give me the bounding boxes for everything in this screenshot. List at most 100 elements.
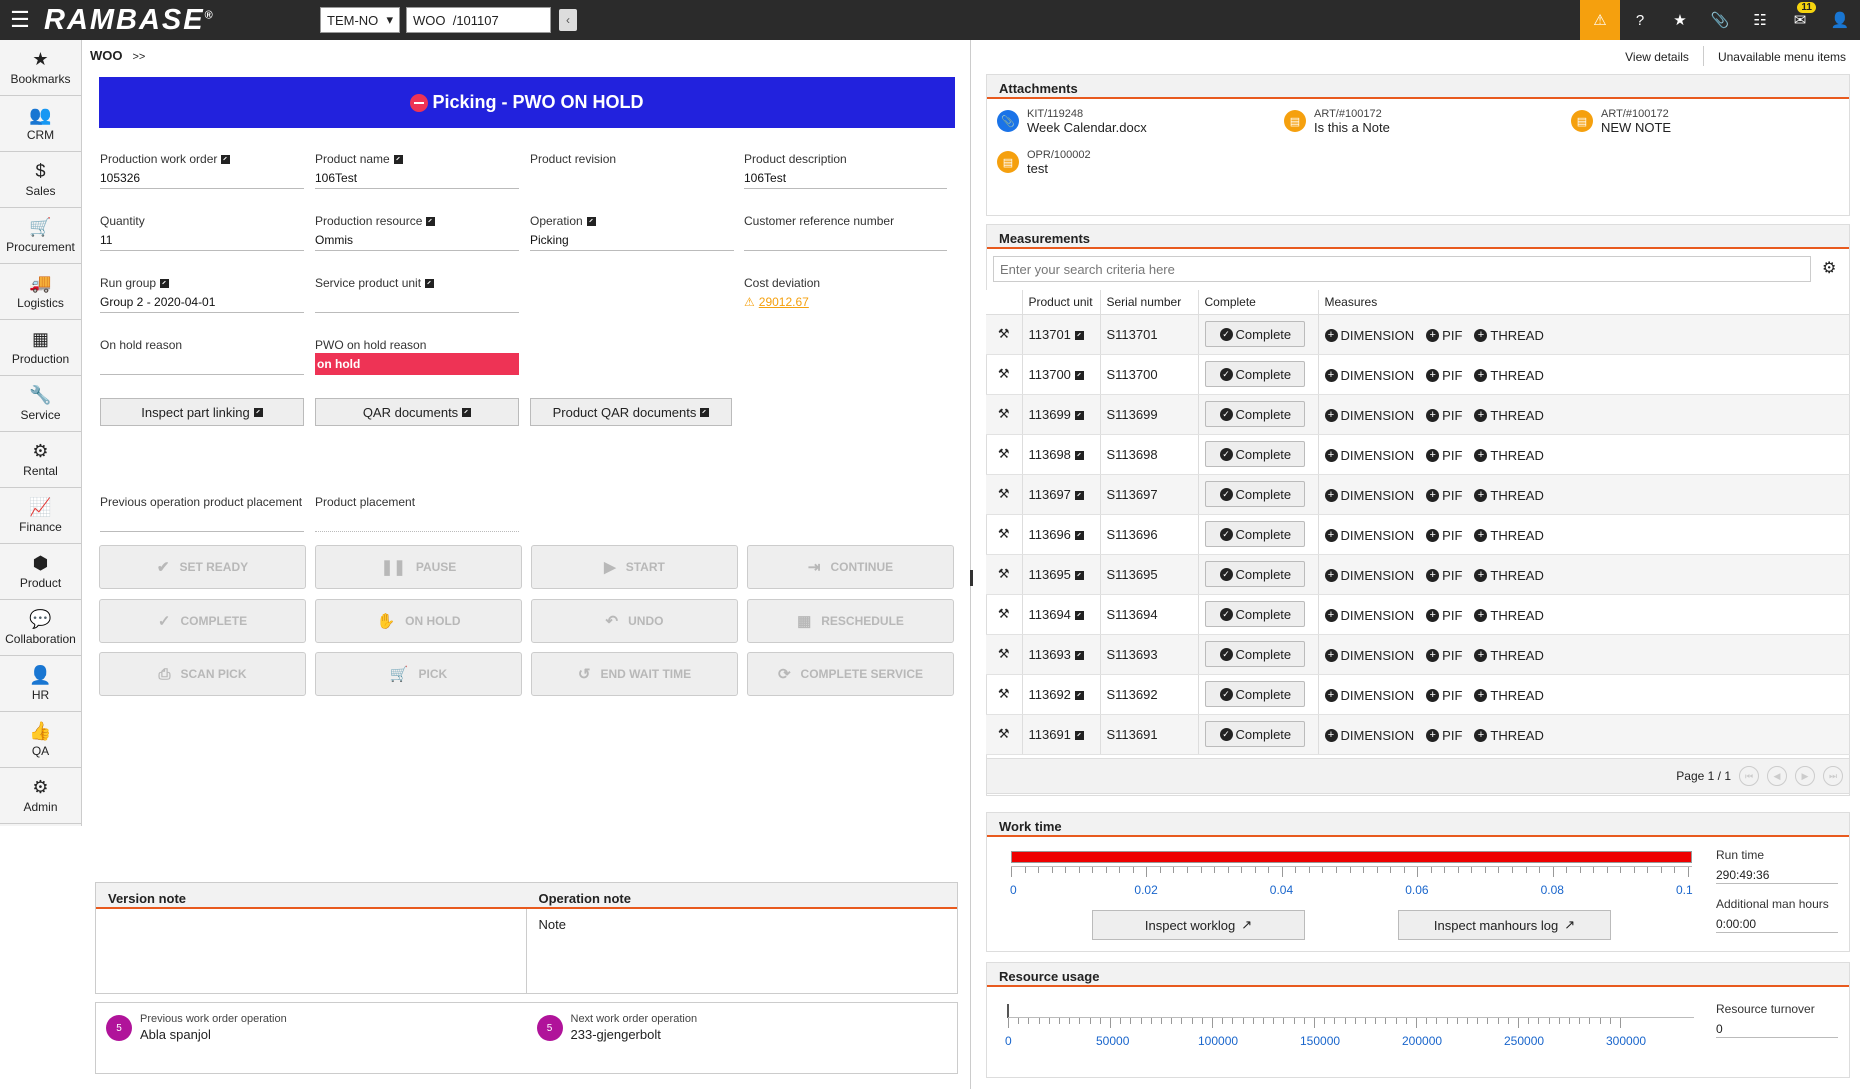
open-link-icon[interactable] [393,155,403,165]
column-header[interactable]: Product unit [1022,290,1101,315]
open-link-icon[interactable] [426,217,436,227]
resize-handle[interactable] [970,570,973,586]
reschedule-button[interactable]: ▦ RESCHEDULE [747,599,954,643]
table-row[interactable]: ⚒ 113691 S113691 ✓ Complete + DIMENSION + PIF + TH… [986,714,1850,755]
nav-item-qa[interactable]: 👍 QA [0,712,81,768]
open-link-icon[interactable] [1074,330,1084,340]
column-header[interactable]: Serial number [1100,290,1199,315]
inspect-worklog-button[interactable]: Inspect worklog ↗ [1092,910,1305,940]
open-link-icon[interactable] [1074,530,1084,540]
attachment-item[interactable]: ▤ ART/#100172 Is this a Note [1284,108,1390,135]
cost-deviation-link[interactable]: 29012.67 [759,295,809,309]
nav-item-rental[interactable]: ⚙ Rental [0,432,81,488]
inspect-manhours-log-button[interactable]: Inspect manhours log ↗ [1398,910,1611,940]
measure-link[interactable]: + PIF [1426,368,1462,383]
nav-item-production[interactable]: ▦ Production [0,320,81,376]
measure-link[interactable]: + THREAD [1474,648,1544,663]
tools-icon[interactable]: ⚒ [986,634,1023,675]
qar-documents-button[interactable]: QAR documents [315,398,519,426]
complete-button[interactable]: ✓ Complete [1204,601,1305,627]
user-icon[interactable]: 👤 [1820,0,1860,40]
measure-link[interactable]: + DIMENSION [1324,448,1414,463]
open-link-icon[interactable] [221,155,231,165]
open-link-icon[interactable] [1074,730,1084,740]
measure-link[interactable]: + DIMENSION [1324,328,1414,343]
attachment-item[interactable]: ▤ OPR/100002 test [997,149,1091,176]
complete-button[interactable]: ✓ COMPLETE [99,599,306,643]
next-page-icon[interactable]: ▶ [1795,766,1815,786]
next-operation[interactable]: 5 Next work order operation 233-gjengerbol… [527,1003,958,1073]
breadcrumb-expand[interactable]: >> [133,51,146,63]
complete-button[interactable]: ✓ Complete [1204,441,1305,467]
nav-item-bookmarks[interactable]: ★ Bookmarks [0,40,81,96]
nav-item-service[interactable]: 🔧 Service [0,376,81,432]
complete-button[interactable]: ✓ Complete [1204,641,1305,667]
view-details-link[interactable]: View details [1625,50,1689,66]
rambase-logo[interactable]: RAMBASE® [44,4,314,37]
tools-icon[interactable]: ⚒ [986,594,1023,635]
start-button[interactable]: ▶ START [531,545,738,589]
open-link-icon[interactable] [1074,490,1084,500]
open-link-icon[interactable] [160,279,170,289]
complete-button[interactable]: ✓ Complete [1204,681,1305,707]
nav-item-logistics[interactable]: 🚚 Logistics [0,264,81,320]
tools-icon[interactable]: ⚒ [986,354,1023,395]
inspect-part-linking-button[interactable]: Inspect part linking [100,398,304,426]
unavailable-menu-items-link[interactable]: Unavailable menu items [1718,50,1846,66]
paperclip-icon[interactable]: 📎 [1700,0,1740,40]
first-page-icon[interactable]: ⏮ [1739,766,1759,786]
version-note-body[interactable] [96,909,527,993]
tools-icon[interactable]: ⚒ [986,554,1023,595]
previous-operation[interactable]: 5 Previous work order operation Abla spanj… [96,1003,527,1073]
open-link-icon[interactable] [1074,690,1084,700]
measure-link[interactable]: + PIF [1426,608,1462,623]
nav-item-collaboration[interactable]: 💬 Collaboration [0,600,81,656]
measure-link[interactable]: + PIF [1426,688,1462,703]
measure-link[interactable]: + THREAD [1474,368,1544,383]
tools-icon[interactable]: ⚒ [986,714,1023,755]
table-row[interactable]: ⚒ 113698 S113698 ✓ Complete + DIMENSION + PIF + TH… [986,434,1850,475]
warning-icon[interactable]: ⚠ [1580,0,1620,40]
mail-icon[interactable]: ✉ 11 [1780,0,1820,40]
measure-link[interactable]: + PIF [1426,568,1462,583]
field-value[interactable]: ⚠ 29012.67 [744,291,947,313]
measure-link[interactable]: + THREAD [1474,528,1544,543]
table-row[interactable]: ⚒ 113694 S113694 ✓ Complete + DIMENSION + PIF + TH… [986,594,1850,635]
measure-link[interactable]: + THREAD [1474,328,1544,343]
measure-link[interactable]: + THREAD [1474,448,1544,463]
nav-item-admin[interactable]: ⚙ Admin [0,768,81,824]
prev-page-icon[interactable]: ◀ [1767,766,1787,786]
complete-service-button[interactable]: ⟳ COMPLETE SERVICE [747,652,954,696]
field-value[interactable] [315,510,519,532]
measure-link[interactable]: + THREAD [1474,568,1544,583]
measure-link[interactable]: + PIF [1426,488,1462,503]
measure-link[interactable]: + PIF [1426,408,1462,423]
tools-icon[interactable]: ⚒ [986,314,1023,355]
table-row[interactable]: ⚒ 113695 S113695 ✓ Complete + DIMENSION + PIF + TH… [986,554,1850,595]
on-hold-button[interactable]: ✋ ON HOLD [315,599,522,643]
column-header[interactable]: Complete [1198,290,1319,315]
nav-item-hr[interactable]: 👤 HR [0,656,81,712]
measure-link[interactable]: + THREAD [1474,688,1544,703]
tools-icon[interactable]: ⚒ [986,394,1023,435]
table-row[interactable]: ⚒ 113699 S113699 ✓ Complete + DIMENSION + PIF + TH… [986,394,1850,435]
open-link-icon[interactable] [1074,610,1084,620]
measure-link[interactable]: + THREAD [1474,488,1544,503]
measure-link[interactable]: + DIMENSION [1324,648,1414,663]
last-page-icon[interactable]: ⏭ [1823,766,1843,786]
table-row[interactable]: ⚒ 113697 S113697 ✓ Complete + DIMENSION + PIF + TH… [986,474,1850,515]
measure-link[interactable]: + DIMENSION [1324,368,1414,383]
operation-note-body[interactable]: Note [527,909,958,993]
nav-item-crm[interactable]: 👥 CRM [0,96,81,152]
nav-item-sales[interactable]: $ Sales [0,152,81,208]
complete-button[interactable]: ✓ Complete [1204,321,1305,347]
measure-link[interactable]: + PIF [1426,528,1462,543]
tools-icon[interactable]: ⚒ [986,474,1023,515]
complete-button[interactable]: ✓ Complete [1204,561,1305,587]
open-link-icon[interactable] [586,217,596,227]
scan-pick-button[interactable]: ⎙ SCAN PICK [99,652,306,696]
tools-icon[interactable]: ⚒ [986,674,1023,715]
object-reference-input[interactable]: WOO /101107 [406,7,551,33]
help-icon[interactable]: ? [1620,0,1660,40]
attachment-item[interactable]: ▤ ART/#100172 NEW NOTE [1571,108,1671,135]
